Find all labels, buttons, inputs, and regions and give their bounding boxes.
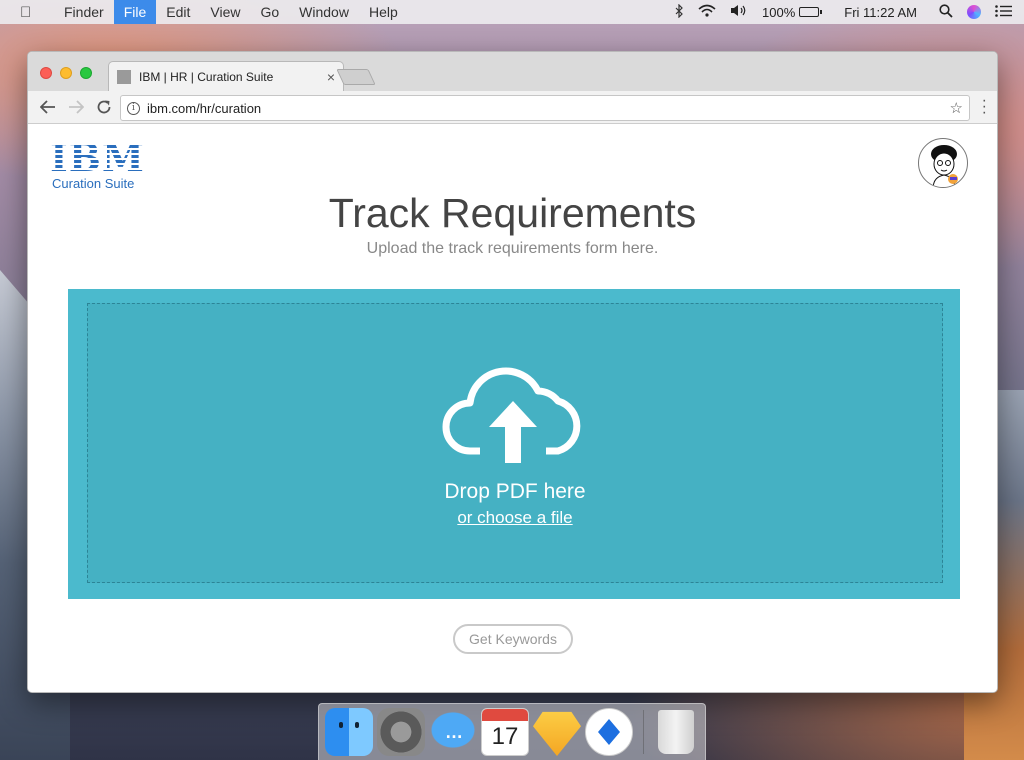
tab-close-icon[interactable]: × — [327, 69, 335, 85]
site-info-icon[interactable]: i — [127, 101, 140, 115]
bookmark-star-icon[interactable]: ☆ — [950, 99, 963, 117]
calendar-day-number: 17 — [491, 723, 519, 750]
apple-icon[interactable]:  — [20, 4, 38, 21]
ibm-logo[interactable]: IBM Curation Suite — [50, 135, 145, 192]
get-keywords-button[interactable]: Get Keywords — [453, 624, 573, 654]
browser-tab[interactable]: IBM | HR | Curation Suite × — [108, 61, 344, 91]
drop-pdf-label: Drop PDF here — [444, 480, 586, 503]
menu-file[interactable]: File — [113, 0, 157, 24]
page-title: Track Requirements — [328, 190, 697, 236]
trash-dock-icon[interactable] — [658, 710, 694, 754]
battery-percent: 100% — [762, 4, 796, 20]
menu-view[interactable]: View — [200, 0, 250, 24]
battery-indicator[interactable]: 100% — [762, 4, 823, 20]
sketch-dock-icon[interactable] — [533, 711, 581, 756]
browser-toolbar: i ibm.com/hr/curation ☆ · · · — [28, 91, 997, 124]
pdf-drop-zone[interactable]: Drop PDF here or choose a file — [87, 303, 943, 583]
spotlight-search-icon[interactable] — [939, 3, 953, 21]
tab-strip: IBM | HR | Curation Suite × — [28, 52, 997, 91]
logo-subtitle: Curation Suite — [52, 176, 135, 191]
zoom-window-button[interactable] — [80, 67, 92, 79]
window-controls — [40, 67, 100, 79]
logo-wordmark: IBM — [50, 135, 145, 180]
minimize-window-button[interactable] — [60, 67, 72, 79]
tab-favicon-icon — [117, 69, 131, 84]
dock: 17 — [318, 703, 706, 760]
calendar-dock-icon[interactable]: 17 — [481, 708, 529, 756]
siri-icon[interactable] — [967, 5, 981, 19]
tab-title: IBM | HR | Curation Suite — [139, 69, 274, 84]
status-area: 100% Fri 11:22 AM — [660, 0, 1024, 24]
menu-help[interactable]: Help — [359, 0, 408, 24]
reload-icon[interactable] — [90, 93, 118, 121]
notification-center-icon[interactable] — [995, 4, 1012, 20]
dock-separator — [643, 710, 644, 754]
menu-go[interactable]: Go — [250, 0, 289, 24]
back-arrow-icon[interactable] — [34, 93, 62, 121]
menu-finder[interactable]: Finder — [54, 0, 114, 24]
page-subtitle: Upload the track requirements form here. — [366, 240, 659, 257]
menu-window[interactable]: Window — [289, 0, 359, 24]
user-avatar[interactable] — [918, 138, 968, 188]
browser-window: IBM | HR | Curation Suite × i ibm.com/hr… — [27, 51, 998, 693]
menu-bar:  Finder File Edit View Go Window Help 1… — [0, 0, 1024, 24]
battery-icon — [799, 7, 820, 17]
choose-file-link-text[interactable]: or choose a file — [457, 508, 572, 527]
messages-dock-icon[interactable] — [429, 708, 477, 756]
close-window-button[interactable] — [40, 67, 52, 79]
menubar-clock[interactable]: Fri 11:22 AM — [844, 5, 917, 20]
new-tab-button[interactable] — [336, 69, 376, 85]
pinwheel-app-dock-icon[interactable] — [585, 708, 633, 756]
menu-edit[interactable]: Edit — [156, 0, 200, 24]
cloud-upload-icon — [442, 367, 581, 463]
address-url[interactable]: ibm.com/hr/curation — [147, 101, 950, 116]
bluetooth-icon[interactable] — [674, 3, 684, 21]
system-preferences-dock-icon[interactable] — [377, 708, 425, 756]
address-bar[interactable]: i ibm.com/hr/curation ☆ — [120, 95, 970, 121]
volume-icon[interactable] — [730, 4, 748, 20]
wifi-icon[interactable] — [698, 4, 716, 20]
choose-file-link[interactable]: or choose a file — [88, 508, 942, 528]
finder-dock-icon[interactable] — [325, 708, 373, 756]
forward-arrow-icon[interactable] — [62, 93, 90, 121]
browser-menu-icon[interactable]: · · · — [982, 93, 987, 121]
upload-area[interactable]: Drop PDF here or choose a file — [68, 289, 960, 599]
page-content: IBM Curation Suite Track Requirements Up… — [28, 124, 997, 692]
